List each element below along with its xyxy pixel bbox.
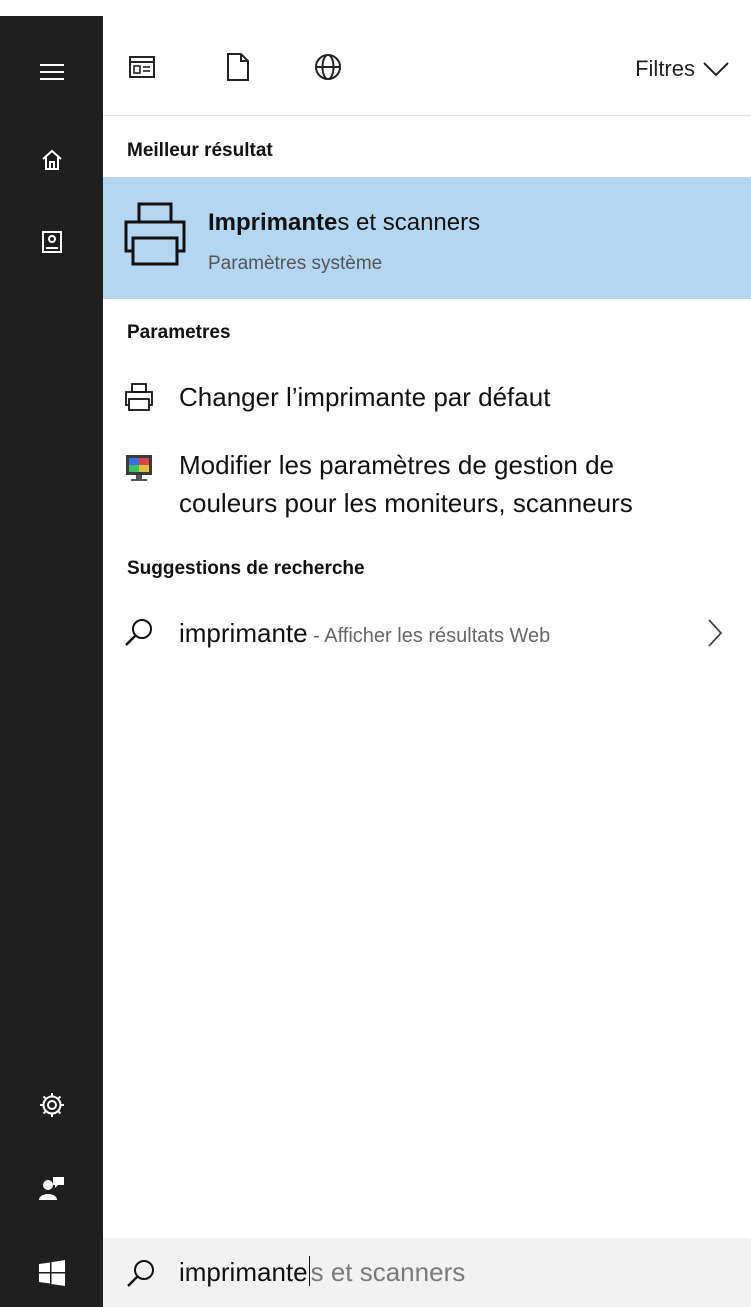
- setting-color-management[interactable]: Modifier les paramètres de gestion de co…: [103, 442, 751, 522]
- printer-icon: [124, 202, 186, 266]
- setting-label-line2: couleurs pour les moniteurs, scanneurs: [179, 488, 633, 518]
- hamburger-menu-icon: [39, 64, 64, 80]
- documents-filter-button[interactable]: [223, 52, 253, 82]
- home-button[interactable]: [0, 124, 103, 196]
- setting-change-default-printer[interactable]: Changer l’imprimante par défaut: [103, 372, 751, 422]
- filter-toolbar: Filtres: [103, 16, 751, 116]
- web-suggestion-hint: - Afficher les résultats Web: [307, 625, 551, 647]
- results-panel: Filtres Meilleur résultat Imprimantes et…: [103, 0, 751, 1238]
- cortana-search-window: Filtres Meilleur résultat Imprimantes et…: [0, 0, 751, 1307]
- search-box-icon: [127, 1260, 154, 1287]
- best-match-heading: Meilleur résultat: [127, 140, 273, 161]
- filters-dropdown[interactable]: Filtres: [635, 54, 729, 84]
- monitor-color-icon: [126, 455, 152, 481]
- setting-label: Changer l’imprimante par défaut: [179, 382, 551, 412]
- left-rail: [0, 0, 103, 1307]
- chevron-right-icon: [708, 619, 723, 647]
- text-caret: [308, 1256, 310, 1286]
- printer-small-icon: [125, 383, 153, 411]
- chevron-down-icon: [703, 62, 729, 77]
- apps-icon: [129, 56, 155, 78]
- search-box[interactable]: imprimante s et scanners: [103, 1238, 751, 1307]
- settings-button[interactable]: [0, 1069, 103, 1141]
- search-autocomplete-text: s et scanners: [310, 1257, 466, 1287]
- notebook-button[interactable]: [0, 206, 103, 278]
- best-match-result[interactable]: Imprimantes et scanners Paramètres systè…: [103, 177, 751, 299]
- windows-start-icon: [38, 1260, 65, 1286]
- search-typed-text: imprimante: [179, 1257, 308, 1287]
- apps-filter-button[interactable]: [127, 52, 157, 82]
- feedback-icon: [38, 1177, 64, 1200]
- filters-label: Filtres: [635, 56, 695, 81]
- setting-label-line1: Modifier les paramètres de gestion de: [179, 450, 615, 480]
- web-filter-button[interactable]: [313, 52, 343, 82]
- settings-gear-icon: [39, 1093, 64, 1117]
- best-match-title-bold: Imprimante: [208, 209, 338, 236]
- globe-icon: [315, 54, 341, 80]
- feedback-button[interactable]: [0, 1152, 103, 1224]
- settings-heading: Parametres: [127, 322, 231, 343]
- best-match-title-rest: s et scanners: [337, 209, 481, 236]
- web-suggestion-item[interactable]: imprimante - Afficher les résultats Web: [103, 608, 751, 658]
- windows-start-button[interactable]: [0, 1237, 103, 1307]
- web-suggestion-text: imprimante - Afficher les résultats Web: [179, 614, 550, 655]
- hamburger-menu-button[interactable]: [0, 36, 103, 108]
- best-match-title: Imprimantes et scanners: [208, 209, 480, 237]
- notebook-icon: [41, 231, 62, 253]
- web-suggestion-query: imprimante: [179, 618, 308, 648]
- search-input[interactable]: imprimante s et scanners: [179, 1254, 465, 1290]
- best-match-subtitle: Paramètres système: [208, 253, 383, 274]
- document-icon: [227, 53, 249, 81]
- search-icon: [125, 619, 152, 646]
- search-suggestions-heading: Suggestions de recherche: [127, 558, 365, 579]
- home-icon: [41, 149, 62, 170]
